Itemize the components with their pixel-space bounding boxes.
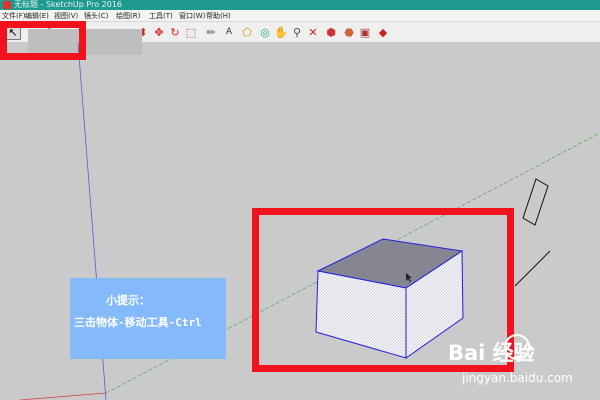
move-tool-icon[interactable]: ✥ <box>151 24 167 40</box>
layout-icon[interactable]: ▣ <box>357 24 373 40</box>
paint-bucket-icon[interactable]: ⬠ <box>239 24 255 40</box>
tip-body: 三击物体-移动工具-Ctrl <box>74 316 202 329</box>
menu-view[interactable]: 视图(V) <box>54 11 78 21</box>
sketchup-app-icon <box>3 1 11 9</box>
menu-window[interactable]: 窗口(W) <box>179 11 205 21</box>
tip-title: 小提示： <box>106 294 150 307</box>
rotate-tool-icon[interactable]: ↻ <box>167 24 183 40</box>
edge-line <box>514 250 551 287</box>
zoom-tool-icon[interactable]: ⚲ <box>289 24 305 40</box>
title-bar: 无标题 - SketchUp Pro 2016 <box>0 0 600 10</box>
menu-help[interactable]: 帮助(H) <box>206 11 231 21</box>
orbit-tool-icon[interactable]: ◎ <box>257 24 273 40</box>
scale-tool-icon[interactable]: ⬚ <box>183 24 199 40</box>
plane-outline <box>522 178 549 226</box>
baidu-watermark: Bai 经验 jingyan.baidu.com <box>438 331 598 397</box>
watermark-main: Bai 经验 <box>448 341 535 365</box>
text-tool-icon[interactable]: A <box>221 24 237 40</box>
menu-tools[interactable]: 工具(T) <box>149 11 173 21</box>
menu-draw[interactable]: 绘图(R) <box>116 11 140 21</box>
red-axis-line <box>19 392 107 400</box>
tape-measure-icon[interactable]: ✏ <box>203 24 219 40</box>
highlight-select-tool <box>0 21 86 60</box>
zoom-extents-icon[interactable]: ✕ <box>305 24 321 40</box>
tip-box: 小提示： 三击物体-移动工具-Ctrl <box>70 278 226 359</box>
menu-edit[interactable]: 编辑(E) <box>25 11 49 21</box>
pan-tool-icon[interactable]: ✋ <box>273 24 289 40</box>
menu-bar: 文件(F) 编辑(E) 视图(V) 镜头(C) 绘图(R) 工具(T) 窗口(W… <box>0 10 600 22</box>
watermark-sub: jingyan.baidu.com <box>462 371 573 385</box>
warehouse-icon[interactable]: ⬢ <box>323 24 339 40</box>
menu-file[interactable]: 文件(F) <box>2 11 26 21</box>
window-title: 无标题 - SketchUp Pro 2016 <box>14 0 122 9</box>
extension-warehouse-icon[interactable]: ⬣ <box>341 24 357 40</box>
menu-camera[interactable]: 镜头(C) <box>84 11 108 21</box>
ruby-icon[interactable]: ◆ <box>375 24 391 40</box>
